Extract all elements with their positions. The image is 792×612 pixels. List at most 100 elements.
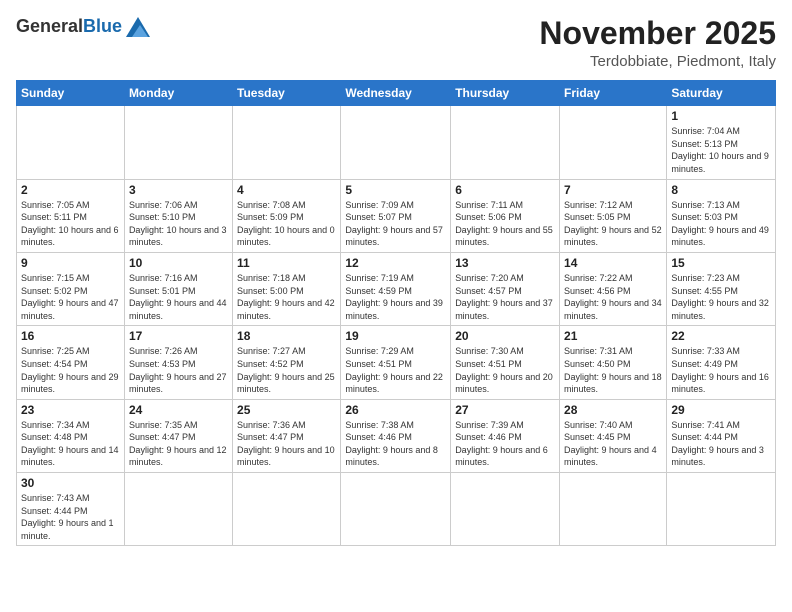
day-number: 23 <box>21 403 120 417</box>
day-info: Sunrise: 7:11 AM Sunset: 5:06 PM Dayligh… <box>455 199 555 249</box>
calendar-cell: 17 Sunrise: 7:26 AM Sunset: 4:53 PM Dayli… <box>124 326 232 399</box>
day-info: Sunrise: 7:27 AM Sunset: 4:52 PM Dayligh… <box>237 345 336 395</box>
day-info: Sunrise: 7:09 AM Sunset: 5:07 PM Dayligh… <box>345 199 446 249</box>
day-info: Sunrise: 7:18 AM Sunset: 5:00 PM Dayligh… <box>237 272 336 322</box>
calendar-cell <box>124 473 232 546</box>
calendar-cell <box>451 106 560 179</box>
day-info: Sunrise: 7:41 AM Sunset: 4:44 PM Dayligh… <box>671 419 771 469</box>
calendar-cell: 25 Sunrise: 7:36 AM Sunset: 4:47 PM Dayli… <box>233 399 341 472</box>
day-info: Sunrise: 7:36 AM Sunset: 4:47 PM Dayligh… <box>237 419 336 469</box>
day-number: 13 <box>455 256 555 270</box>
day-number: 18 <box>237 329 336 343</box>
calendar-cell <box>560 106 667 179</box>
day-number: 9 <box>21 256 120 270</box>
day-info: Sunrise: 7:06 AM Sunset: 5:10 PM Dayligh… <box>129 199 228 249</box>
calendar-cell <box>124 106 232 179</box>
day-number: 14 <box>564 256 662 270</box>
day-info: Sunrise: 7:40 AM Sunset: 4:45 PM Dayligh… <box>564 419 662 469</box>
day-number: 10 <box>129 256 228 270</box>
calendar-week-row: 23Sunrise: 7:34 AM Sunset: 4:48 PM Dayli… <box>17 399 776 472</box>
logo-icon <box>126 17 150 37</box>
day-number: 12 <box>345 256 446 270</box>
day-number: 25 <box>237 403 336 417</box>
calendar-cell: 24 Sunrise: 7:35 AM Sunset: 4:47 PM Dayli… <box>124 399 232 472</box>
calendar-week-row: 9Sunrise: 7:15 AM Sunset: 5:02 PM Daylig… <box>17 252 776 325</box>
day-number: 15 <box>671 256 771 270</box>
calendar-cell: 1Sunrise: 7:04 AM Sunset: 5:13 PM Daylig… <box>667 106 776 179</box>
day-number: 4 <box>237 183 336 197</box>
day-info: Sunrise: 7:31 AM Sunset: 4:50 PM Dayligh… <box>564 345 662 395</box>
calendar-cell: 3 Sunrise: 7:06 AM Sunset: 5:10 PM Daylig… <box>124 179 232 252</box>
logo-text: General Blue <box>16 16 150 37</box>
calendar-cell <box>667 473 776 546</box>
day-number: 28 <box>564 403 662 417</box>
calendar-week-row: 1Sunrise: 7:04 AM Sunset: 5:13 PM Daylig… <box>17 106 776 179</box>
calendar-cell: 20Sunrise: 7:30 AM Sunset: 4:51 PM Dayli… <box>451 326 560 399</box>
calendar-cell: 22Sunrise: 7:33 AM Sunset: 4:49 PM Dayli… <box>667 326 776 399</box>
calendar-cell: 12 Sunrise: 7:19 AM Sunset: 4:59 PM Dayli… <box>341 252 451 325</box>
calendar-cell <box>233 473 341 546</box>
calendar-cell: 15Sunrise: 7:23 AM Sunset: 4:55 PM Dayli… <box>667 252 776 325</box>
calendar-cell: 10 Sunrise: 7:16 AM Sunset: 5:01 PM Dayli… <box>124 252 232 325</box>
calendar-cell: 19 Sunrise: 7:29 AM Sunset: 4:51 PM Dayli… <box>341 326 451 399</box>
day-number: 17 <box>129 329 228 343</box>
day-number: 19 <box>345 329 446 343</box>
day-of-week-header: Sunday <box>17 81 125 106</box>
calendar-cell: 14 Sunrise: 7:22 AM Sunset: 4:56 PM Dayli… <box>560 252 667 325</box>
day-number: 29 <box>671 403 771 417</box>
day-info: Sunrise: 7:29 AM Sunset: 4:51 PM Dayligh… <box>345 345 446 395</box>
calendar-cell: 16Sunrise: 7:25 AM Sunset: 4:54 PM Dayli… <box>17 326 125 399</box>
day-of-week-header: Saturday <box>667 81 776 106</box>
calendar-table: SundayMondayTuesdayWednesdayThursdayFrid… <box>16 80 776 546</box>
day-number: 5 <box>345 183 446 197</box>
day-number: 27 <box>455 403 555 417</box>
day-info: Sunrise: 7:22 AM Sunset: 4:56 PM Dayligh… <box>564 272 662 322</box>
day-info: Sunrise: 7:16 AM Sunset: 5:01 PM Dayligh… <box>129 272 228 322</box>
day-number: 3 <box>129 183 228 197</box>
day-of-week-header: Friday <box>560 81 667 106</box>
calendar-week-row: 30Sunrise: 7:43 AM Sunset: 4:44 PM Dayli… <box>17 473 776 546</box>
day-info: Sunrise: 7:08 AM Sunset: 5:09 PM Dayligh… <box>237 199 336 249</box>
day-info: Sunrise: 7:38 AM Sunset: 4:46 PM Dayligh… <box>345 419 446 469</box>
calendar-cell: 13 Sunrise: 7:20 AM Sunset: 4:57 PM Dayli… <box>451 252 560 325</box>
day-number: 26 <box>345 403 446 417</box>
logo-general: General <box>16 16 83 37</box>
calendar-cell: 27Sunrise: 7:39 AM Sunset: 4:46 PM Dayli… <box>451 399 560 472</box>
day-of-week-header: Thursday <box>451 81 560 106</box>
page-header: General Blue November 2025 Terdobbiate, … <box>16 16 776 70</box>
calendar-cell: 28 Sunrise: 7:40 AM Sunset: 4:45 PM Dayli… <box>560 399 667 472</box>
calendar-cell: 30Sunrise: 7:43 AM Sunset: 4:44 PM Dayli… <box>17 473 125 546</box>
day-info: Sunrise: 7:26 AM Sunset: 4:53 PM Dayligh… <box>129 345 228 395</box>
calendar-week-row: 2Sunrise: 7:05 AM Sunset: 5:11 PM Daylig… <box>17 179 776 252</box>
day-info: Sunrise: 7:13 AM Sunset: 5:03 PM Dayligh… <box>671 199 771 249</box>
calendar-cell <box>233 106 341 179</box>
calendar-cell: 23Sunrise: 7:34 AM Sunset: 4:48 PM Dayli… <box>17 399 125 472</box>
calendar-cell: 11 Sunrise: 7:18 AM Sunset: 5:00 PM Dayli… <box>233 252 341 325</box>
day-number: 2 <box>21 183 120 197</box>
day-info: Sunrise: 7:19 AM Sunset: 4:59 PM Dayligh… <box>345 272 446 322</box>
calendar-cell: 6 Sunrise: 7:11 AM Sunset: 5:06 PM Daylig… <box>451 179 560 252</box>
day-number: 24 <box>129 403 228 417</box>
day-info: Sunrise: 7:43 AM Sunset: 4:44 PM Dayligh… <box>21 492 120 542</box>
day-info: Sunrise: 7:35 AM Sunset: 4:47 PM Dayligh… <box>129 419 228 469</box>
logo-blue: Blue <box>83 16 122 37</box>
day-number: 16 <box>21 329 120 343</box>
day-number: 6 <box>455 183 555 197</box>
title-block: November 2025 Terdobbiate, Piedmont, Ita… <box>539 16 776 70</box>
calendar-cell: 7Sunrise: 7:12 AM Sunset: 5:05 PM Daylig… <box>560 179 667 252</box>
month-title: November 2025 <box>539 16 776 51</box>
day-of-week-header: Tuesday <box>233 81 341 106</box>
day-info: Sunrise: 7:20 AM Sunset: 4:57 PM Dayligh… <box>455 272 555 322</box>
calendar-cell: 9Sunrise: 7:15 AM Sunset: 5:02 PM Daylig… <box>17 252 125 325</box>
calendar-week-row: 16Sunrise: 7:25 AM Sunset: 4:54 PM Dayli… <box>17 326 776 399</box>
calendar-cell: 5 Sunrise: 7:09 AM Sunset: 5:07 PM Daylig… <box>341 179 451 252</box>
day-of-week-header: Wednesday <box>341 81 451 106</box>
day-number: 11 <box>237 256 336 270</box>
day-info: Sunrise: 7:04 AM Sunset: 5:13 PM Dayligh… <box>671 125 771 175</box>
calendar-cell: 4 Sunrise: 7:08 AM Sunset: 5:09 PM Daylig… <box>233 179 341 252</box>
calendar-cell: 8Sunrise: 7:13 AM Sunset: 5:03 PM Daylig… <box>667 179 776 252</box>
calendar-cell <box>451 473 560 546</box>
calendar-page: General Blue November 2025 Terdobbiate, … <box>0 0 792 612</box>
day-info: Sunrise: 7:33 AM Sunset: 4:49 PM Dayligh… <box>671 345 771 395</box>
day-info: Sunrise: 7:12 AM Sunset: 5:05 PM Dayligh… <box>564 199 662 249</box>
